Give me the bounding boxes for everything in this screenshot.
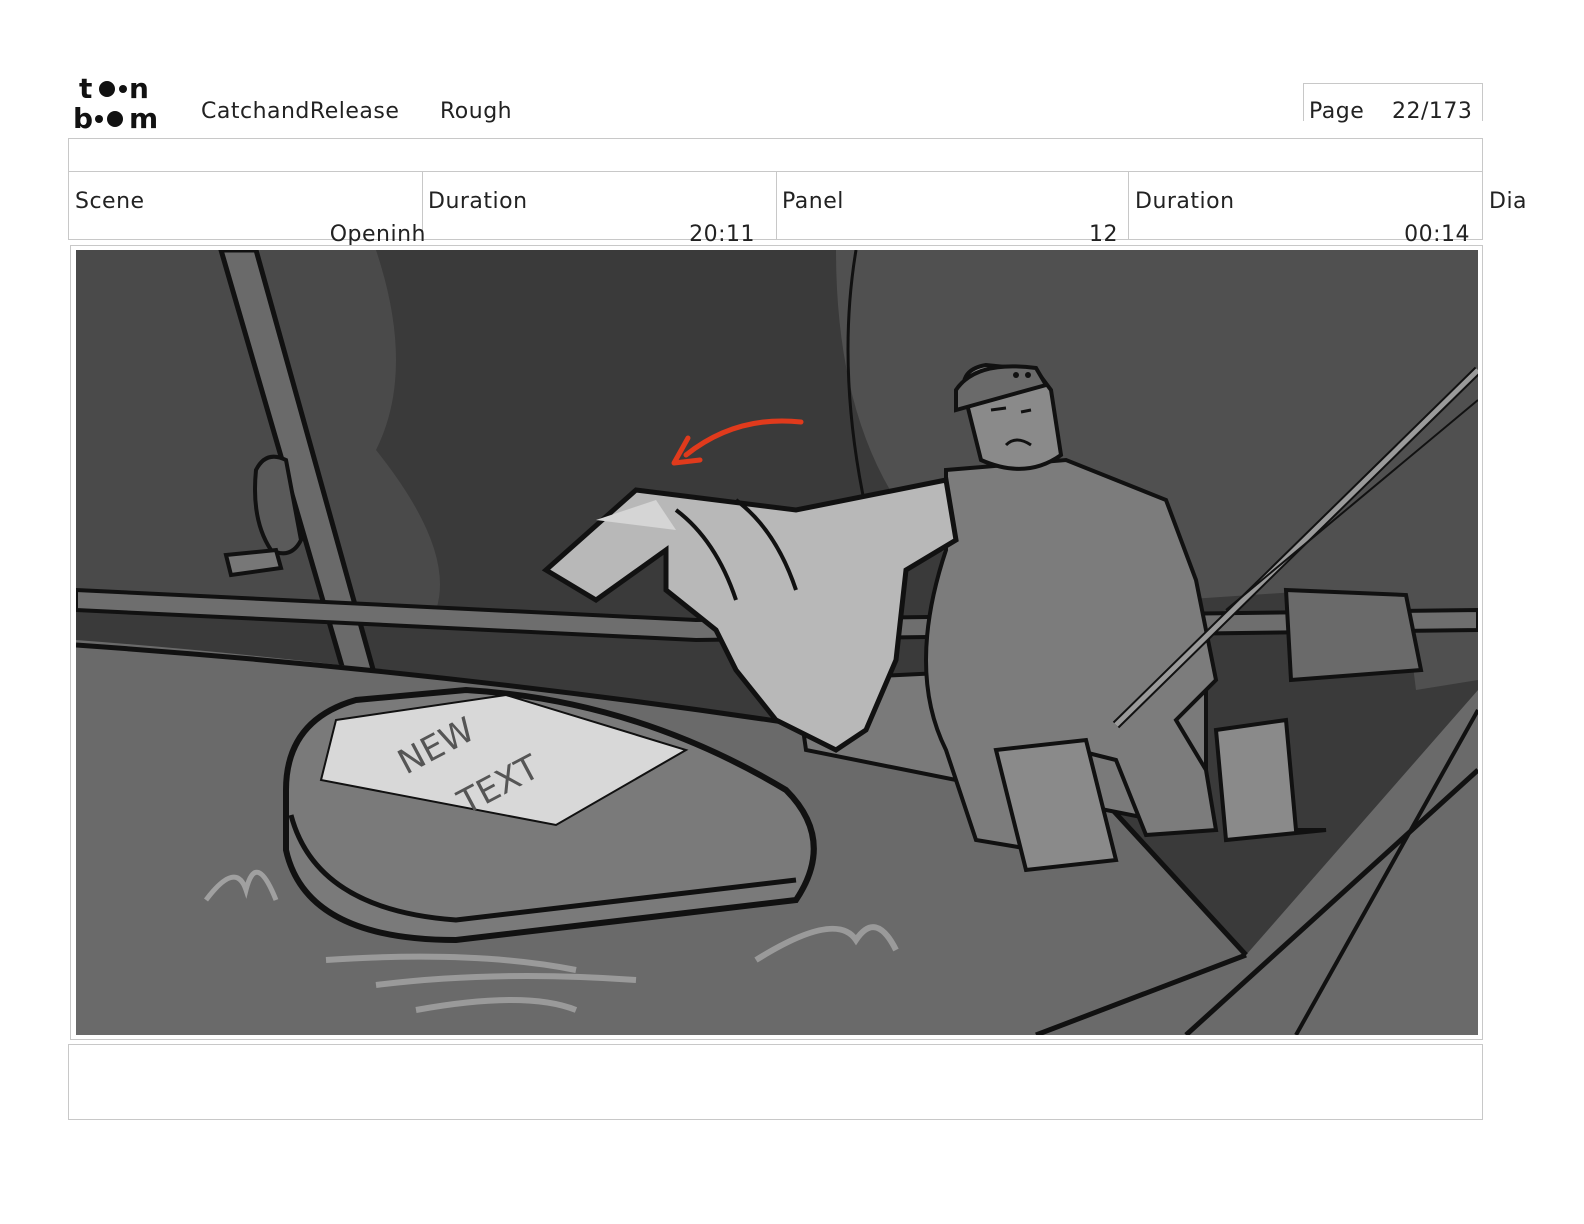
svg-text:m: m bbox=[129, 102, 158, 132]
scene-label: Scene bbox=[75, 189, 145, 214]
panel-label: Panel bbox=[782, 189, 844, 214]
scene-duration-label: Duration bbox=[428, 189, 528, 214]
svg-text:t: t bbox=[79, 72, 92, 105]
scene-duration-value: 20:11 bbox=[689, 222, 755, 247]
dialogue-notes-box bbox=[68, 1044, 1483, 1120]
dialogue-label: Dia bbox=[1489, 189, 1528, 214]
page-label: Page bbox=[1309, 99, 1365, 124]
panel-duration-value: 00:14 bbox=[1404, 222, 1470, 247]
panel-duration-label: Duration bbox=[1135, 189, 1235, 214]
scene-value: Openinh bbox=[329, 222, 426, 247]
svg-text:n: n bbox=[129, 72, 149, 105]
svg-text:b: b bbox=[73, 102, 93, 132]
toonboom-logo: t n b m bbox=[73, 72, 158, 132]
page-number: 22/173 bbox=[1392, 99, 1473, 124]
title-strip bbox=[68, 138, 1483, 172]
storyboard-panel-image: NEW TEXT bbox=[76, 250, 1478, 1035]
panel-value: 12 bbox=[1089, 222, 1118, 247]
project-name: CatchandRelease bbox=[201, 99, 400, 124]
stage-label: Rough bbox=[440, 99, 513, 124]
